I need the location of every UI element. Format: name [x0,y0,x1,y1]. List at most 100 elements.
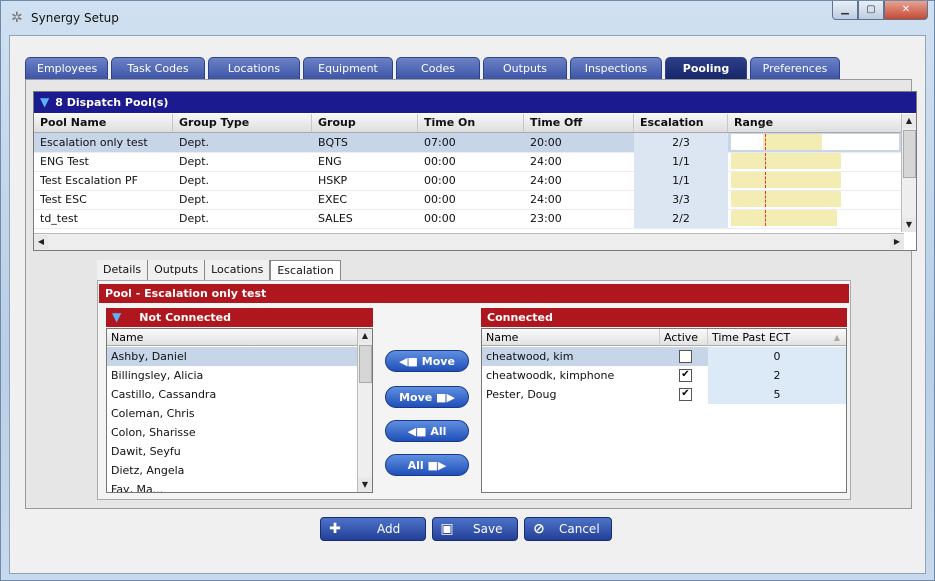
pool-vertical-scrollbar[interactable]: ▲ ▼ [901,114,916,232]
tab-outputs[interactable]: Outputs [483,57,567,79]
not-connected-scrollbar[interactable]: ▲ ▼ [357,329,372,492]
window-title: Synergy Setup [31,11,119,25]
not-connected-item[interactable]: Colon, Sharisse [107,423,358,442]
time-past-ect-value[interactable]: 0 [708,347,846,366]
tab-locations[interactable]: Locations [208,57,300,79]
col-escalation[interactable]: Escalation [634,114,728,132]
filter-icon[interactable]: ▼ [40,92,49,113]
not-connected-item[interactable]: Billingsley, Alicia [107,366,358,385]
pool-cell: 24:00 [530,174,562,187]
connected-col-name[interactable]: Name [482,329,660,346]
pool-cell: Dept. [179,155,210,168]
pool-row[interactable]: td_test Dept. SALES 00:00 23:00 2/2 [34,209,904,229]
connected-row[interactable]: cheatwoodk, kimphone ✔ 2 [482,366,846,385]
tab-pooling[interactable]: Pooling [665,57,747,79]
move-left-button[interactable]: ◀■ Move [385,350,469,372]
pool-title-bar: Pool - Escalation only test [99,284,849,303]
main-tabs: Employees Task Codes Locations Equipment… [25,57,843,79]
pool-row[interactable]: Test Escalation PF Dept. HSKP 00:00 24:00 1/1 [34,171,904,191]
connected-row[interactable]: cheatwood, kim 0 [482,347,846,366]
connected-col-active[interactable]: Active [660,329,708,346]
pool-cell: Dept. [179,136,210,149]
move-right-button[interactable]: Move ■▶ [385,386,469,408]
col-pool-name[interactable]: Pool Name [34,114,173,132]
not-connected-item[interactable]: Ashby, Daniel [107,347,358,366]
subtab-locations[interactable]: Locations [205,260,271,280]
active-checkbox[interactable] [679,350,692,363]
col-time-on[interactable]: Time On [418,114,524,132]
current-time-marker [765,153,766,169]
tab-employees[interactable]: Employees [25,57,108,79]
pool-row[interactable]: Escalation only test Dept. BQTS 07:00 20:00 2… [34,133,904,153]
minimize-button[interactable]: ▁ [832,1,858,20]
cancel-label: Cancel [559,522,600,536]
connected-name: cheatwoodk, kimphone [486,369,615,382]
pool-cell: SALES [318,212,353,225]
not-connected-header: ▼ Not Connected [106,308,373,327]
current-time-marker [765,134,766,150]
pool-count: 8 Dispatch Pool(s) [55,96,169,109]
tab-preferences[interactable]: Preferences [750,57,840,79]
pool-range-bar [731,172,899,188]
not-connected-item[interactable]: Fay, Ma... [107,480,358,492]
tab-equipment[interactable]: Equipment [303,57,393,79]
pool-horizontal-scrollbar[interactable]: ◀ ▶ [34,233,904,250]
tab-task-codes[interactable]: Task Codes [111,57,205,79]
col-group-type[interactable]: Group Type [173,114,312,132]
range-fill [731,153,841,169]
scroll-down-arrow-icon[interactable]: ▼ [358,478,372,492]
pool-cell: BQTS [318,136,348,149]
connected-col-time[interactable]: Time Past ECT ▲ [708,329,846,346]
all-right-button[interactable]: All ■▶ [385,454,469,476]
maximize-button[interactable]: ▢ [858,1,884,20]
pool-cell: 24:00 [530,155,562,168]
close-button[interactable]: ✕ [884,1,928,20]
scroll-up-arrow-icon[interactable]: ▲ [358,329,372,343]
col-group[interactable]: Group [312,114,418,132]
not-connected-col-name[interactable]: Name [107,329,358,346]
pool-cell: HSKP [318,174,348,187]
not-connected-list[interactable]: Name Ashby, Daniel Billingsley, Alicia Cas… [106,328,373,493]
tab-codes[interactable]: Codes [396,57,480,79]
filter-icon[interactable]: ▼ [112,308,121,327]
save-label: Save [473,522,503,536]
connected-row[interactable]: Pester, Doug ✔ 5 [482,385,846,404]
arrow-right-icon: ■▶ [423,459,447,472]
col-time-off[interactable]: Time Off [524,114,634,132]
cancel-button[interactable]: ⊘ Cancel [524,517,612,541]
plus-icon: ✚ [329,521,341,537]
subtab-outputs[interactable]: Outputs [148,260,206,280]
title-bar[interactable]: ✲ Synergy Setup ▁ ▢ ✕ [1,1,934,35]
time-past-ect-label: Time Past ECT [712,331,791,344]
pool-row[interactable]: ENG Test Dept. ENG 00:00 24:00 1/1 [34,152,904,172]
all-left-button[interactable]: ◀■ All [385,420,469,442]
pool-row[interactable]: Test ESC Dept. EXEC 00:00 24:00 3/3 [34,190,904,210]
scroll-up-arrow-icon[interactable]: ▲ [902,114,916,128]
active-checkbox[interactable]: ✔ [679,388,692,401]
tab-inspections[interactable]: Inspections [570,57,662,79]
scroll-right-arrow-icon[interactable]: ▶ [890,235,904,249]
subtab-details[interactable]: Details [97,260,149,280]
save-button[interactable]: ▣ Save [432,517,518,541]
scroll-thumb[interactable] [359,345,372,383]
col-range[interactable]: Range [728,114,904,132]
not-connected-item[interactable]: Coleman, Chris [107,404,358,423]
not-connected-item[interactable]: Dietz, Angela [107,461,358,480]
cancel-icon: ⊘ [533,521,545,537]
not-connected-item[interactable]: Dawit, Seyfu [107,442,358,461]
add-button[interactable]: ✚ Add [320,517,426,541]
scroll-left-arrow-icon[interactable]: ◀ [34,235,48,249]
not-connected-item[interactable]: Castillo, Cassandra [107,385,358,404]
time-past-ect-value[interactable]: 5 [708,385,846,404]
active-checkbox[interactable]: ✔ [679,369,692,382]
sort-arrow-icon: ▲ [833,333,840,342]
current-time-marker [765,172,766,188]
floppy-disk-icon: ▣ [440,521,454,537]
scroll-thumb[interactable] [903,130,916,178]
scroll-down-arrow-icon[interactable]: ▼ [902,218,916,232]
connected-list[interactable]: Name Active Time Past ECT ▲ cheatwood, ki… [481,328,847,493]
app-icon: ✲ [11,10,23,26]
subtab-escalation[interactable]: Escalation [270,260,341,281]
arrow-left-icon: ◀■ [407,425,431,438]
time-past-ect-value[interactable]: 2 [708,366,846,385]
